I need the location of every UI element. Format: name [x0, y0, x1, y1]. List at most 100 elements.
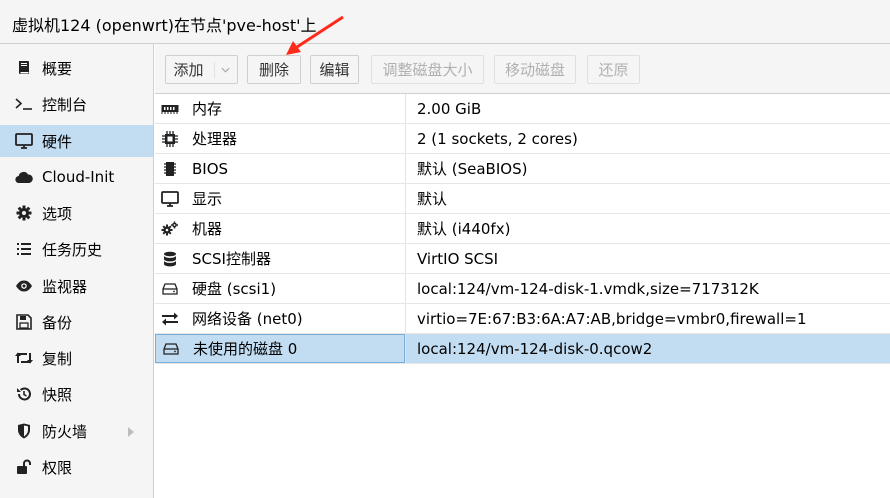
add-button[interactable]: 添加: [165, 55, 238, 84]
desktop-icon: [160, 190, 180, 208]
row-key-cell: 内存: [155, 94, 405, 123]
shield-icon: [14, 422, 34, 440]
retweet-icon: [14, 349, 34, 367]
monitor-icon: [14, 132, 34, 150]
remove-button[interactable]: 删除: [247, 55, 301, 84]
sidebar-item-summary[interactable]: 概要: [0, 52, 153, 84]
row-key-label: 网络设备 (net0): [192, 310, 303, 328]
row-key-label: 未使用的磁盘 0: [193, 340, 298, 358]
cpu-icon: [160, 130, 180, 148]
sidebar: 概要 控制台 硬件 Cloud-Init 选项 任务历史 监视器 备份 复制 快…: [0, 44, 154, 498]
row-key-cell: BIOS: [155, 154, 405, 183]
cogs-icon: [160, 220, 180, 238]
sidebar-item-console[interactable]: 控制台: [0, 88, 153, 120]
sidebar-item-permissions[interactable]: 权限: [0, 451, 153, 483]
resize-disk-button-label: 调整磁盘大小: [382, 61, 473, 79]
row-value: VirtIO SCSI: [417, 249, 499, 268]
row-value: 默认 (i440fx): [417, 220, 511, 238]
memory-icon: [160, 100, 180, 118]
cloud-icon: [14, 168, 34, 186]
row-value: 2 (1 sockets, 2 cores): [417, 129, 578, 148]
row-key-cell: 未使用的磁盘 0: [155, 334, 405, 363]
sidebar-item-label: 快照: [42, 385, 73, 404]
row-value: 默认 (SeaBIOS): [417, 160, 528, 178]
floppy-icon: [14, 313, 34, 331]
row-value: local:124/vm-124-disk-0.qcow2: [417, 339, 653, 358]
remove-button-label: 删除: [258, 61, 289, 79]
sidebar-item-label: 概要: [42, 59, 73, 78]
move-disk-button-label: 移动磁盘: [504, 61, 565, 79]
row-key-label: 机器: [192, 220, 223, 238]
sidebar-item-label: 监视器: [42, 277, 88, 296]
sidebar-item-label: 选项: [42, 204, 73, 223]
exchange-icon: [160, 310, 180, 328]
row-key-cell: 网络设备 (net0): [155, 304, 405, 333]
sidebar-item-label: 控制台: [42, 95, 88, 114]
row-key-cell: 机器: [155, 214, 405, 243]
table-row-hard-disk[interactable]: 硬盘 (scsi1) local:124/vm-124-disk-1.vmdk,…: [155, 274, 890, 304]
unlock-icon: [14, 458, 34, 476]
table-row-unused-disk[interactable]: 未使用的磁盘 0 local:124/vm-124-disk-0.qcow2: [155, 334, 890, 364]
revert-button-label: 还原: [598, 61, 629, 79]
row-key-label: BIOS: [192, 159, 229, 178]
table-row-display[interactable]: 显示 默认: [155, 184, 890, 214]
edit-button[interactable]: 编辑: [310, 55, 359, 84]
sidebar-item-label: 权限: [42, 458, 73, 477]
row-key-label: 处理器: [192, 130, 238, 148]
microchip-icon: [160, 160, 180, 178]
terminal-icon: [14, 95, 34, 113]
submenu-arrow-icon[interactable]: [127, 424, 135, 442]
row-value: 默认: [417, 190, 448, 208]
sidebar-item-label: 硬件: [42, 132, 73, 151]
hdd-icon: [160, 280, 180, 298]
sidebar-item-monitor[interactable]: 监视器: [0, 270, 153, 302]
database-icon: [160, 250, 180, 268]
sidebar-item-cloud-init[interactable]: Cloud-Init: [0, 161, 153, 193]
row-value: 2.00 GiB: [417, 99, 482, 118]
sidebar-item-label: 备份: [42, 313, 73, 332]
list-icon: [14, 240, 34, 258]
sidebar-item-label: 任务历史: [42, 240, 103, 259]
table-row-processors[interactable]: 处理器 2 (1 sockets, 2 cores): [155, 124, 890, 154]
book-icon: [14, 59, 34, 77]
sidebar-item-hardware[interactable]: 硬件: [0, 125, 153, 157]
table-row-scsi-controller[interactable]: SCSI控制器 VirtIO SCSI: [155, 244, 890, 274]
revert-button[interactable]: 还原: [587, 55, 640, 84]
row-key-cell: 显示: [155, 184, 405, 213]
sidebar-item-snapshots[interactable]: 快照: [0, 378, 153, 410]
table-row-memory[interactable]: 内存 2.00 GiB: [155, 94, 890, 124]
row-value: virtio=7E:67:B3:6A:A7:AB,bridge=vmbr0,fi…: [417, 309, 807, 328]
row-key-cell: 硬盘 (scsi1): [155, 274, 405, 303]
chevron-down-icon: [213, 61, 230, 78]
sidebar-item-task-history[interactable]: 任务历史: [0, 233, 153, 265]
sidebar-item-firewall[interactable]: 防火墙: [0, 415, 153, 447]
sidebar-item-label: 复制: [42, 349, 73, 368]
gear-icon: [14, 204, 34, 222]
sidebar-item-label: Cloud-Init: [42, 168, 115, 186]
row-key-cell: 处理器: [155, 124, 405, 153]
page-title: 虚拟机124 (openwrt)在节点'pve-host'上: [12, 16, 317, 35]
toolbar: 添加 删除 编辑 调整磁盘大小 移动磁盘 还原: [155, 44, 890, 94]
eye-icon: [14, 277, 34, 295]
hdd-icon: [161, 340, 181, 358]
sidebar-item-backup[interactable]: 备份: [0, 306, 153, 338]
sidebar-item-options[interactable]: 选项: [0, 197, 153, 229]
hardware-grid: 内存 2.00 GiB 处理器 2 (1 sockets, 2 cores) B…: [155, 94, 890, 364]
sidebar-item-label: 防火墙: [42, 422, 88, 441]
row-key-label: 内存: [192, 100, 223, 118]
edit-button-label: 编辑: [319, 61, 350, 79]
sidebar-item-replication[interactable]: 复制: [0, 342, 153, 374]
row-key-label: 硬盘 (scsi1): [192, 280, 277, 298]
history-icon: [14, 385, 34, 403]
add-button-label: 添加: [173, 61, 204, 79]
move-disk-button[interactable]: 移动磁盘: [494, 55, 576, 84]
row-key-label: SCSI控制器: [192, 250, 271, 268]
resize-disk-button[interactable]: 调整磁盘大小: [371, 55, 484, 84]
row-key-cell: SCSI控制器: [155, 244, 405, 273]
row-value: local:124/vm-124-disk-1.vmdk,size=717312…: [417, 279, 759, 298]
table-row-bios[interactable]: BIOS 默认 (SeaBIOS): [155, 154, 890, 184]
table-row-machine[interactable]: 机器 默认 (i440fx): [155, 214, 890, 244]
table-row-network-device[interactable]: 网络设备 (net0) virtio=7E:67:B3:6A:A7:AB,bri…: [155, 304, 890, 334]
row-key-label: 显示: [192, 190, 223, 208]
title-bar: 虚拟机124 (openwrt)在节点'pve-host'上: [0, 0, 890, 44]
